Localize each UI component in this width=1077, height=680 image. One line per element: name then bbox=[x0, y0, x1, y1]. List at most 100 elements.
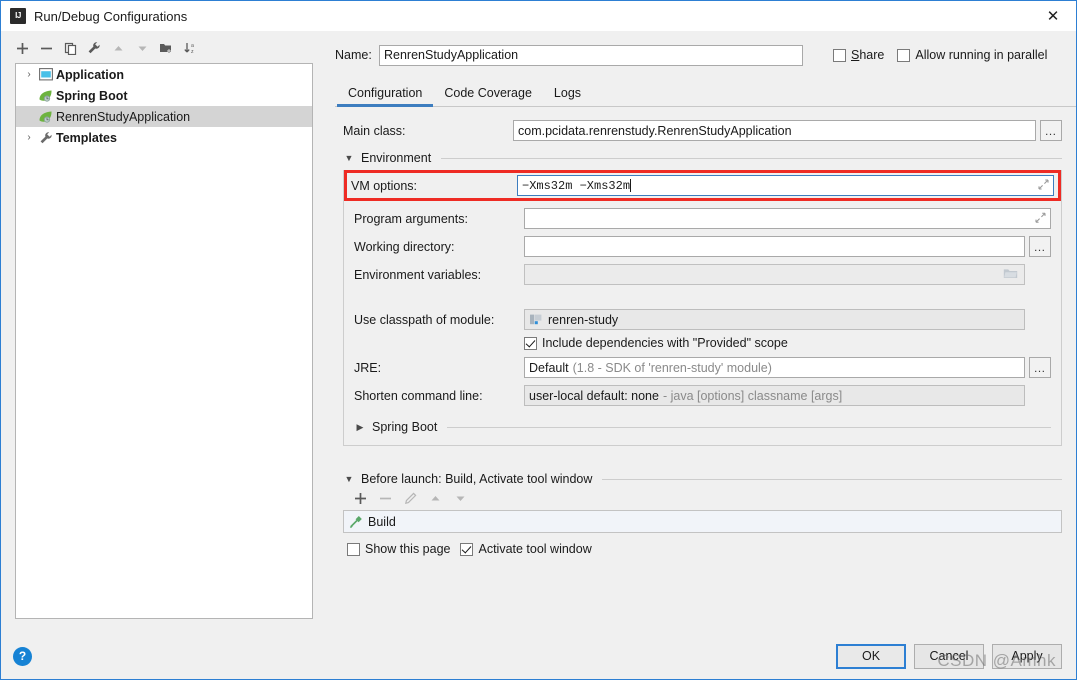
show-this-page-checkbox[interactable]: Show this page bbox=[347, 542, 450, 556]
dialog-body: a z › Application ⱟ bbox=[1, 31, 1076, 633]
name-row: Name: Share Allow running in parallel bbox=[335, 44, 1076, 66]
window-title: Run/Debug Configurations bbox=[34, 9, 187, 24]
configurations-tree: › Application ⱟ Spring Boot bbox=[15, 63, 313, 619]
main-class-browse-button[interactable]: … bbox=[1040, 120, 1062, 141]
share-checkbox[interactable]: Share bbox=[833, 48, 884, 62]
spring-boot-icon bbox=[37, 89, 54, 103]
name-input[interactable] bbox=[379, 45, 803, 66]
tree-toolbar: a z bbox=[1, 35, 327, 61]
apply-button[interactable]: Apply bbox=[992, 644, 1062, 669]
before-launch-title: Before launch: Build, Activate tool wind… bbox=[361, 472, 592, 486]
build-hammer-icon bbox=[349, 515, 363, 529]
spring-boot-section-header[interactable]: ▶ Spring Boot bbox=[354, 420, 1051, 434]
chevron-down-icon[interactable]: ▼ bbox=[343, 475, 355, 484]
add-configuration-button[interactable] bbox=[11, 37, 33, 59]
tab-configuration[interactable]: Configuration bbox=[337, 86, 433, 106]
tree-item-renrenstudyapplication[interactable]: RenrenStudyApplication bbox=[16, 106, 312, 127]
program-arguments-input[interactable] bbox=[524, 208, 1051, 229]
remove-configuration-button[interactable] bbox=[35, 37, 57, 59]
chevron-down-icon[interactable]: ⱟ bbox=[21, 91, 37, 101]
move-down-button[interactable] bbox=[131, 37, 153, 59]
main-class-row: Main class: com.pcidata.renrenstudy.Renr… bbox=[343, 120, 1062, 141]
chevron-right-icon[interactable]: › bbox=[21, 133, 37, 143]
wrench-icon[interactable] bbox=[83, 37, 105, 59]
tab-bar: Configuration Code Coverage Logs bbox=[335, 78, 1076, 107]
jre-combobox[interactable]: Default (1.8 - SDK of 'renren-study' mod… bbox=[524, 357, 1025, 378]
include-provided-checkbox[interactable]: Include dependencies with "Provided" sco… bbox=[524, 336, 788, 350]
vm-options-highlight: VM options: −Xms32m −Xms32m bbox=[344, 170, 1061, 201]
close-icon[interactable]: ✕ bbox=[1030, 1, 1076, 31]
jre-hint: (1.8 - SDK of 'renren-study' module) bbox=[573, 361, 772, 375]
include-provided-label: Include dependencies with "Provided" sco… bbox=[542, 336, 788, 350]
title-bar: Run/Debug Configurations ✕ bbox=[1, 1, 1076, 31]
tree-item-label: RenrenStudyApplication bbox=[56, 110, 190, 124]
tree-item-label: Spring Boot bbox=[56, 89, 128, 103]
jre-row: JRE: Default (1.8 - SDK of 'renren-study… bbox=[354, 357, 1051, 378]
checkbox-box[interactable] bbox=[833, 49, 846, 62]
application-icon bbox=[37, 68, 54, 81]
use-classpath-combobox[interactable]: renren-study ⱟ bbox=[524, 309, 1025, 330]
ok-button[interactable]: OK bbox=[836, 644, 906, 669]
run-debug-configurations-dialog: Run/Debug Configurations ✕ bbox=[0, 0, 1077, 680]
text-caret bbox=[630, 179, 631, 192]
shorten-command-line-value: user-local default: none bbox=[529, 389, 659, 403]
environment-variables-row: Environment variables: bbox=[354, 264, 1051, 285]
working-directory-input[interactable]: ⱟ bbox=[524, 236, 1025, 257]
chevron-right-icon[interactable]: › bbox=[21, 70, 37, 80]
before-launch-toolbar bbox=[343, 486, 1062, 510]
program-arguments-row: Program arguments: bbox=[354, 208, 1051, 229]
checkbox-box[interactable] bbox=[897, 49, 910, 62]
move-up-button[interactable] bbox=[107, 37, 129, 59]
checkbox-box[interactable] bbox=[347, 543, 360, 556]
program-arguments-label: Program arguments: bbox=[354, 212, 524, 226]
jre-label: JRE: bbox=[354, 361, 524, 375]
tree-item-spring-boot[interactable]: ⱟ Spring Boot bbox=[16, 85, 312, 106]
copy-icon[interactable] bbox=[59, 37, 81, 59]
allow-parallel-checkbox[interactable]: Allow running in parallel bbox=[897, 48, 1047, 62]
help-icon[interactable]: ? bbox=[13, 647, 32, 666]
checkbox-box[interactable] bbox=[460, 543, 473, 556]
before-launch-add-button[interactable] bbox=[349, 487, 371, 509]
main-class-input[interactable]: com.pcidata.renrenstudy.RenrenStudyAppli… bbox=[513, 120, 1036, 141]
tree-item-application[interactable]: › Application bbox=[16, 64, 312, 85]
allow-parallel-label: Allow running in parallel bbox=[915, 48, 1047, 62]
before-launch-move-down-button[interactable] bbox=[449, 487, 471, 509]
environment-variables-input[interactable] bbox=[524, 264, 1025, 285]
before-launch-options: Show this page Activate tool window bbox=[343, 542, 1062, 556]
tree-item-label: Templates bbox=[56, 131, 117, 145]
show-this-page-label: Show this page bbox=[365, 542, 450, 556]
cancel-button[interactable]: Cancel bbox=[914, 644, 984, 669]
environment-section-body: VM options: −Xms32m −Xms32m bbox=[343, 170, 1062, 446]
use-classpath-label: Use classpath of module: bbox=[354, 313, 524, 327]
jre-value: Default bbox=[529, 361, 569, 375]
tab-code-coverage[interactable]: Code Coverage bbox=[433, 86, 543, 106]
tab-logs[interactable]: Logs bbox=[543, 86, 592, 106]
before-launch-move-up-button[interactable] bbox=[424, 487, 446, 509]
chevron-right-icon[interactable]: ▶ bbox=[354, 423, 366, 432]
divider bbox=[447, 427, 1051, 428]
working-directory-browse-button[interactable]: … bbox=[1029, 236, 1051, 257]
before-launch-remove-button[interactable] bbox=[374, 487, 396, 509]
vm-options-input[interactable]: −Xms32m −Xms32m bbox=[517, 175, 1054, 196]
expand-diagonal-icon[interactable] bbox=[1035, 212, 1046, 226]
tree-item-templates[interactable]: › Templates bbox=[16, 127, 312, 148]
folder-icon[interactable] bbox=[1003, 267, 1018, 283]
configuration-form: Main class: com.pcidata.renrenstudy.Renr… bbox=[335, 107, 1076, 633]
divider bbox=[602, 479, 1062, 480]
folder-plus-icon[interactable] bbox=[155, 37, 177, 59]
shorten-command-line-combobox[interactable]: user-local default: none - java [options… bbox=[524, 385, 1025, 406]
environment-section-title: Environment bbox=[361, 151, 431, 165]
expand-diagonal-icon[interactable] bbox=[1038, 179, 1049, 193]
tree-item-label: Application bbox=[56, 68, 124, 82]
chevron-down-icon[interactable]: ▼ bbox=[343, 154, 355, 163]
checkbox-box[interactable] bbox=[524, 337, 537, 350]
activate-tool-window-label: Activate tool window bbox=[478, 542, 591, 556]
environment-section-header: ▼ Environment bbox=[343, 151, 1062, 165]
main-class-label: Main class: bbox=[343, 124, 513, 138]
before-launch-item-label[interactable]: Build bbox=[368, 515, 396, 529]
sort-alphabetically-icon[interactable]: a z bbox=[179, 37, 201, 59]
use-classpath-row: Use classpath of module: renren-study ⱟ bbox=[354, 309, 1051, 330]
activate-tool-window-checkbox[interactable]: Activate tool window bbox=[460, 542, 591, 556]
pencil-icon[interactable] bbox=[399, 487, 421, 509]
jre-browse-button[interactable]: … bbox=[1029, 357, 1051, 378]
